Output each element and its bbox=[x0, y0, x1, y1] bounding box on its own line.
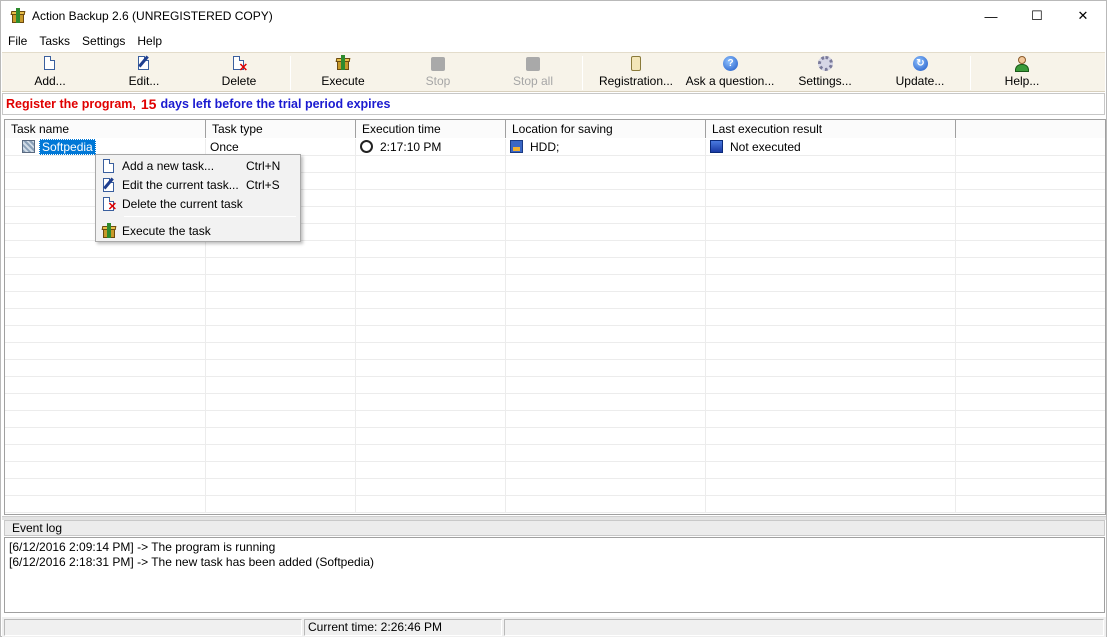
execute-button[interactable]: Execute bbox=[316, 53, 370, 93]
update-icon: ↻ bbox=[911, 55, 929, 73]
registration-button[interactable]: Registration... bbox=[596, 53, 676, 93]
ctx-execute-task[interactable]: Execute the task bbox=[96, 221, 300, 240]
menu-bar: File Tasks Settings Help bbox=[1, 31, 1106, 51]
empty-row bbox=[5, 428, 1105, 445]
empty-row bbox=[5, 462, 1105, 479]
context-menu-separator bbox=[124, 216, 296, 217]
stop-icon bbox=[429, 55, 447, 73]
hdd-icon bbox=[510, 140, 524, 154]
empty-row bbox=[5, 479, 1105, 496]
new-document-icon bbox=[101, 158, 117, 174]
question-icon: ? bbox=[721, 55, 739, 73]
empty-row bbox=[5, 326, 1105, 343]
delete-document-icon: ✕ bbox=[101, 196, 117, 212]
edit-button[interactable]: Edit... bbox=[122, 53, 166, 93]
task-list-header: Task name Task type Execution time Locat… bbox=[5, 120, 1105, 138]
column-filler bbox=[956, 120, 1105, 138]
execute-box-icon bbox=[334, 55, 352, 73]
stop-all-icon bbox=[524, 55, 542, 73]
status-box-icon bbox=[710, 140, 724, 154]
toolbar-separator bbox=[582, 56, 583, 90]
location-cell: HDD; bbox=[530, 140, 560, 154]
execute-box-icon bbox=[101, 222, 117, 239]
context-menu: Add a new task... Ctrl+N Edit the curren… bbox=[95, 154, 301, 242]
empty-row bbox=[5, 258, 1105, 275]
event-log[interactable]: [6/12/2016 2:09:14 PM] -> The program is… bbox=[4, 537, 1105, 613]
scroll-icon bbox=[627, 55, 645, 73]
status-panel-right bbox=[504, 619, 1104, 636]
trial-suffix: days left before the trial period expire… bbox=[160, 97, 391, 111]
column-last-result[interactable]: Last execution result bbox=[706, 120, 956, 138]
toolbar-separator bbox=[290, 56, 291, 90]
gear-icon bbox=[816, 55, 834, 73]
delete-document-icon: ✕ bbox=[230, 55, 248, 74]
empty-row bbox=[5, 343, 1105, 360]
app-window: Action Backup 2.6 (UNREGISTERED COPY) — … bbox=[0, 0, 1107, 637]
edit-document-icon bbox=[135, 55, 153, 73]
edit-document-icon bbox=[101, 177, 117, 193]
ctx-add-task[interactable]: Add a new task... Ctrl+N bbox=[96, 156, 300, 175]
trial-days: 15 bbox=[140, 96, 157, 112]
update-button[interactable]: ↻ Update... bbox=[892, 53, 948, 93]
app-box-icon bbox=[10, 8, 26, 24]
task-type-cell: Once bbox=[206, 139, 356, 155]
ctx-edit-task[interactable]: Edit the current task... Ctrl+S bbox=[96, 175, 300, 194]
help-button[interactable]: Help... bbox=[1000, 53, 1044, 93]
status-bar: Current time: 2:26:46 PM bbox=[2, 617, 1106, 637]
empty-row bbox=[5, 275, 1105, 292]
toolbar-separator bbox=[970, 56, 971, 90]
menu-file[interactable]: File bbox=[2, 31, 33, 51]
maximize-button[interactable]: ☐ bbox=[1014, 1, 1060, 31]
menu-tasks[interactable]: Tasks bbox=[33, 31, 76, 51]
menu-settings[interactable]: Settings bbox=[76, 31, 131, 51]
title-bar: Action Backup 2.6 (UNREGISTERED COPY) — … bbox=[1, 1, 1106, 31]
delete-button[interactable]: ✕ Delete bbox=[216, 53, 262, 93]
window-title: Action Backup 2.6 (UNREGISTERED COPY) bbox=[32, 9, 273, 23]
log-line: [6/12/2016 2:09:14 PM] -> The program is… bbox=[9, 540, 276, 554]
close-button[interactable]: ✕ bbox=[1060, 1, 1106, 31]
trial-banner[interactable]: Register the program, 15 days left befor… bbox=[2, 93, 1105, 115]
stop-all-button[interactable]: Stop all bbox=[508, 53, 558, 93]
status-panel-left bbox=[4, 619, 302, 636]
add-button[interactable]: Add... bbox=[28, 53, 72, 93]
empty-row bbox=[5, 360, 1105, 377]
empty-row bbox=[5, 292, 1105, 309]
minimize-button[interactable]: — bbox=[968, 1, 1014, 31]
current-time-status: Current time: 2:26:46 PM bbox=[304, 619, 502, 636]
person-help-icon bbox=[1013, 55, 1031, 73]
ctx-delete-task[interactable]: ✕ Delete the current task bbox=[96, 194, 300, 213]
last-result-cell: Not executed bbox=[730, 140, 801, 154]
stop-button[interactable]: Stop bbox=[420, 53, 456, 93]
task-name-cell[interactable]: Softpedia bbox=[39, 139, 96, 155]
settings-button[interactable]: Settings... bbox=[796, 53, 854, 93]
new-document-icon bbox=[41, 55, 59, 73]
column-task-type[interactable]: Task type bbox=[206, 120, 356, 138]
empty-row bbox=[5, 309, 1105, 326]
log-line: [6/12/2016 2:18:31 PM] -> The new task h… bbox=[9, 555, 375, 569]
ask-question-button[interactable]: ? Ask a question... bbox=[684, 53, 776, 93]
column-location[interactable]: Location for saving bbox=[506, 120, 706, 138]
task-icon bbox=[22, 140, 36, 154]
clock-icon bbox=[360, 140, 374, 154]
empty-row bbox=[5, 241, 1105, 258]
empty-row bbox=[5, 445, 1105, 462]
trial-prefix: Register the program, bbox=[6, 97, 136, 111]
empty-row bbox=[5, 496, 1105, 513]
menu-help[interactable]: Help bbox=[131, 31, 168, 51]
empty-row bbox=[5, 377, 1105, 394]
column-task-name[interactable]: Task name bbox=[5, 120, 206, 138]
execution-time-cell: 2:17:10 PM bbox=[380, 140, 442, 154]
empty-row bbox=[5, 411, 1105, 428]
toolbar: Add... Edit... ✕ Delete Execute Stop Sto… bbox=[2, 52, 1105, 92]
event-log-title: Event log bbox=[4, 520, 1105, 536]
column-execution-time[interactable]: Execution time bbox=[356, 120, 506, 138]
empty-row bbox=[5, 394, 1105, 411]
